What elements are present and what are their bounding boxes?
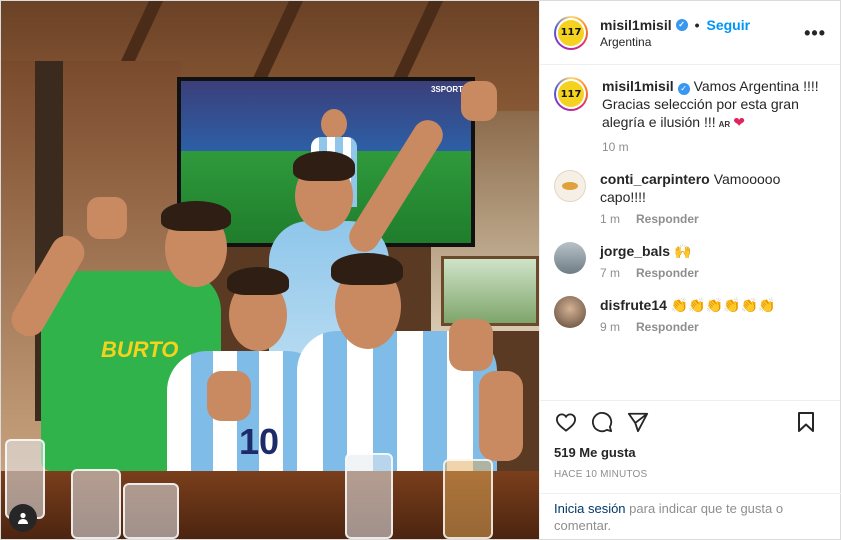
shirt-text: BURTO: [101, 337, 179, 362]
login-prompt: Inicia sesión para indicar que te gusta …: [540, 493, 841, 539]
avatar[interactable]: [554, 170, 586, 202]
comments-list: 117 misil1misil ✓ Vamos Argentina !!!! Gra…: [540, 65, 840, 401]
comment-item: disfrute14 👏👏👏👏👏👏 9 m Responder: [554, 296, 826, 334]
location-link[interactable]: Argentina: [600, 35, 750, 49]
tv-channel-logo: 3SPORT: [430, 85, 463, 94]
avatar-logo: 117: [558, 19, 584, 46]
likes-count[interactable]: 519 Me gusta: [540, 445, 840, 460]
heart-icon[interactable]: [552, 408, 580, 436]
beer-glass: [443, 459, 493, 539]
comment-item: jorge_bals 🙌 7 m Responder: [554, 242, 826, 280]
water-glass: [345, 453, 393, 539]
avatar[interactable]: [554, 296, 586, 328]
water-glass: [123, 483, 179, 539]
username-link[interactable]: misil1misil: [600, 17, 672, 33]
comment-username[interactable]: jorge_bals: [600, 243, 670, 259]
red-heart-icon: ❤: [733, 114, 745, 130]
tagged-users-icon[interactable]: [9, 504, 37, 532]
instagram-post: 3SPORT BURTO 10 117 misil1misil ✓ • Segu…: [0, 0, 841, 540]
post-sidebar: 117 misil1misil ✓ • Seguir Argentina •••…: [539, 1, 841, 539]
bookmark-icon[interactable]: [792, 408, 820, 436]
post-timestamp[interactable]: HACE 10 MINUTOS: [540, 469, 840, 480]
share-icon[interactable]: [624, 408, 652, 436]
reply-button[interactable]: Responder: [636, 320, 699, 334]
avatar[interactable]: 117: [554, 77, 588, 111]
comment-time[interactable]: 1 m: [600, 212, 620, 226]
follow-button[interactable]: Seguir: [707, 17, 751, 33]
window: [441, 256, 539, 326]
verified-badge-icon: ✓: [677, 83, 690, 95]
more-options-icon[interactable]: •••: [804, 23, 826, 44]
comment-time[interactable]: 9 m: [600, 320, 620, 334]
post-header: 117 misil1misil ✓ • Seguir Argentina •••: [540, 1, 840, 65]
avatar[interactable]: 117: [554, 15, 588, 50]
reply-button[interactable]: Responder: [636, 266, 699, 280]
comment-text: 👏👏👏👏👏👏: [670, 297, 776, 313]
argentina-flag-icon: AR: [718, 120, 731, 129]
caption-username[interactable]: misil1misil: [602, 78, 674, 94]
comment-username[interactable]: conti_carpintero: [600, 171, 710, 187]
comment-icon[interactable]: [588, 408, 616, 436]
avatar[interactable]: [554, 242, 586, 274]
verified-badge-icon: ✓: [675, 18, 688, 31]
login-link[interactable]: Inicia sesión: [554, 501, 626, 516]
post-photo[interactable]: 3SPORT BURTO 10: [1, 1, 539, 539]
comment-time[interactable]: 7 m: [600, 266, 620, 280]
comment-item: conti_carpintero Vamooooo capo!!!! 1 m Re…: [554, 170, 826, 226]
separator-dot: •: [694, 16, 700, 33]
water-glass: [71, 469, 121, 539]
caption-time[interactable]: 10 m: [602, 140, 629, 154]
reply-button[interactable]: Responder: [636, 212, 699, 226]
action-bar: [540, 401, 840, 443]
jersey-number: 10: [239, 421, 280, 462]
comment-username[interactable]: disfrute14: [600, 297, 667, 313]
comment-text: 🙌: [674, 243, 692, 259]
caption: 117 misil1misil ✓ Vamos Argentina !!!! Gra…: [554, 77, 826, 154]
